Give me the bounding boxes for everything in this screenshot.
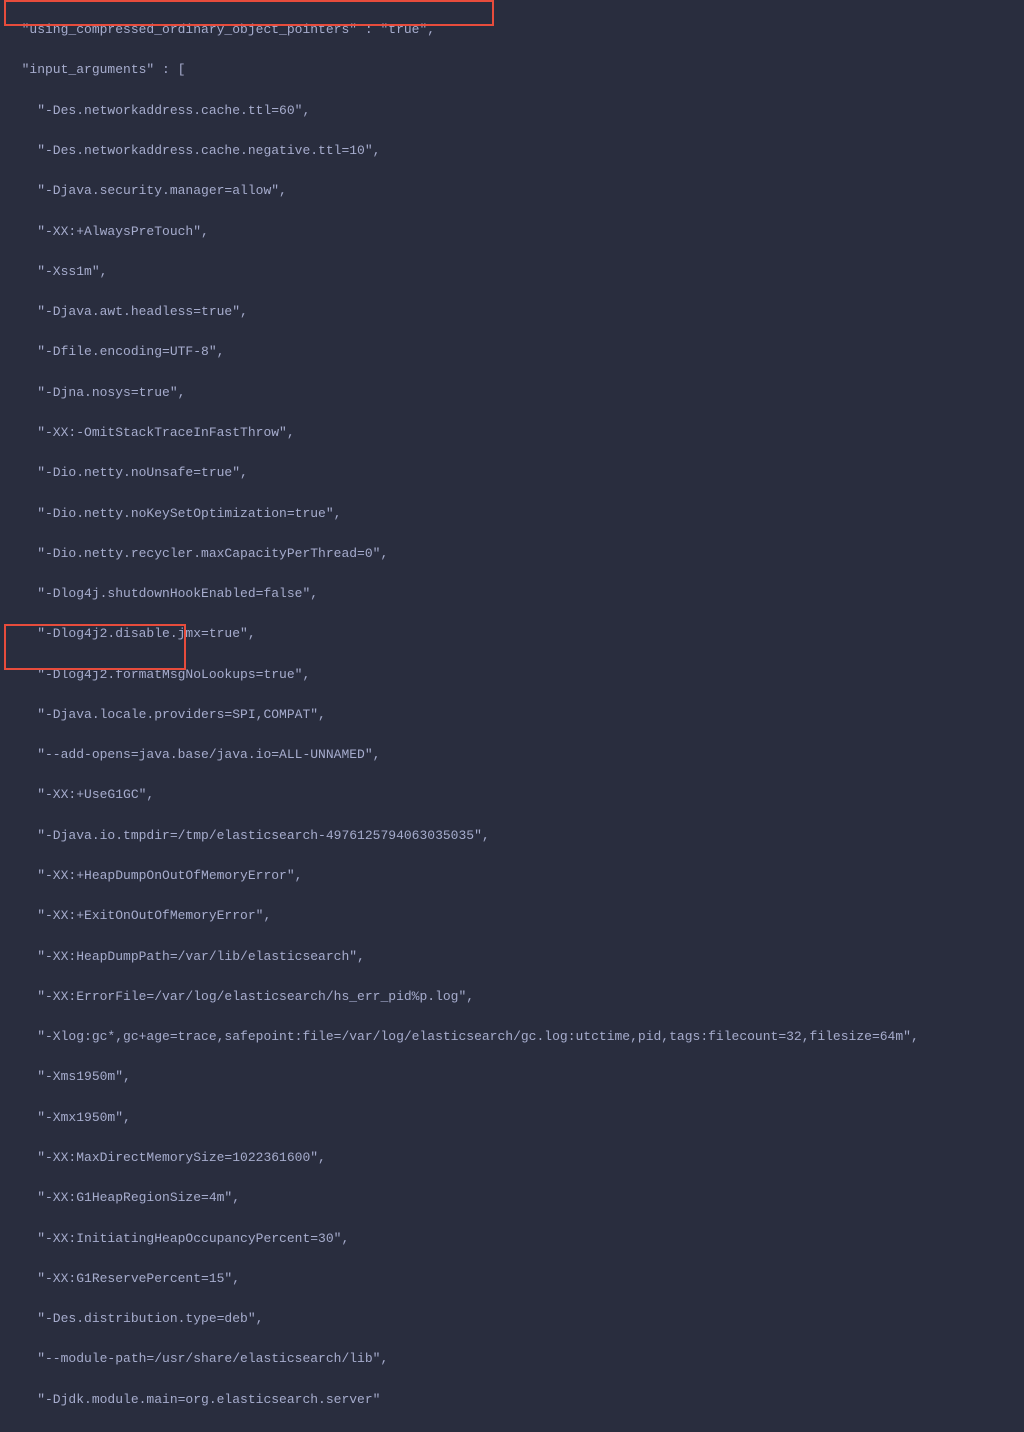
code-line: "-Dio.netty.noKeySetOptimization=true", [6, 504, 1018, 524]
code-line: "-Xss1m", [6, 262, 1018, 282]
code-line: "-Djna.nosys=true", [6, 383, 1018, 403]
code-line: "-Dio.netty.noUnsafe=true", [6, 463, 1018, 483]
code-line: "-Dlog4j2.formatMsgNoLookups=true", [6, 665, 1018, 685]
code-line: "-Dlog4j2.disable.jmx=true", [6, 624, 1018, 644]
code-line: "-Djdk.module.main=org.elasticsearch.ser… [6, 1390, 1018, 1410]
code-line: "-XX:+AlwaysPreTouch", [6, 222, 1018, 242]
code-line: "-XX:HeapDumpPath=/var/lib/elasticsearch… [6, 947, 1018, 967]
code-line: "-XX:+UseG1GC", [6, 785, 1018, 805]
code-line: "-XX:ErrorFile=/var/log/elasticsearch/hs… [6, 987, 1018, 1007]
code-line: "-XX:G1HeapRegionSize=4m", [6, 1188, 1018, 1208]
code-line: "-Des.distribution.type=deb", [6, 1309, 1018, 1329]
code-line: "-XX:+HeapDumpOnOutOfMemoryError", [6, 866, 1018, 886]
code-line: "-Xlog:gc*,gc+age=trace,safepoint:file=/… [6, 1027, 1018, 1047]
code-line: "input_arguments" : [ [6, 60, 1018, 80]
code-line: "-Djava.awt.headless=true", [6, 302, 1018, 322]
code-line: "-Xms1950m", [6, 1067, 1018, 1087]
code-line: "-XX:-OmitStackTraceInFastThrow", [6, 423, 1018, 443]
code-line: "-Dio.netty.recycler.maxCapacityPerThrea… [6, 544, 1018, 564]
code-line: "-XX:InitiatingHeapOccupancyPercent=30", [6, 1229, 1018, 1249]
code-line: "-Djava.security.manager=allow", [6, 181, 1018, 201]
code-line: "-Xmx1950m", [6, 1108, 1018, 1128]
code-line: "-XX:MaxDirectMemorySize=1022361600", [6, 1148, 1018, 1168]
code-line: "--add-opens=java.base/java.io=ALL-UNNAM… [6, 745, 1018, 765]
code-line: "-Djava.locale.providers=SPI,COMPAT", [6, 705, 1018, 725]
code-line: "-Dlog4j.shutdownHookEnabled=false", [6, 584, 1018, 604]
code-line: "using_compressed_ordinary_object_pointe… [6, 20, 1018, 40]
code-line: "-Djava.io.tmpdir=/tmp/elasticsearch-497… [6, 826, 1018, 846]
code-block: "using_compressed_ordinary_object_pointe… [0, 0, 1024, 1432]
code-line: "-Des.networkaddress.cache.ttl=60", [6, 101, 1018, 121]
code-line: "-Dfile.encoding=UTF-8", [6, 342, 1018, 362]
code-line: "-XX:+ExitOnOutOfMemoryError", [6, 906, 1018, 926]
code-line: "-XX:G1ReservePercent=15", [6, 1269, 1018, 1289]
code-line: "--module-path=/usr/share/elasticsearch/… [6, 1349, 1018, 1369]
code-line: "-Des.networkaddress.cache.negative.ttl=… [6, 141, 1018, 161]
